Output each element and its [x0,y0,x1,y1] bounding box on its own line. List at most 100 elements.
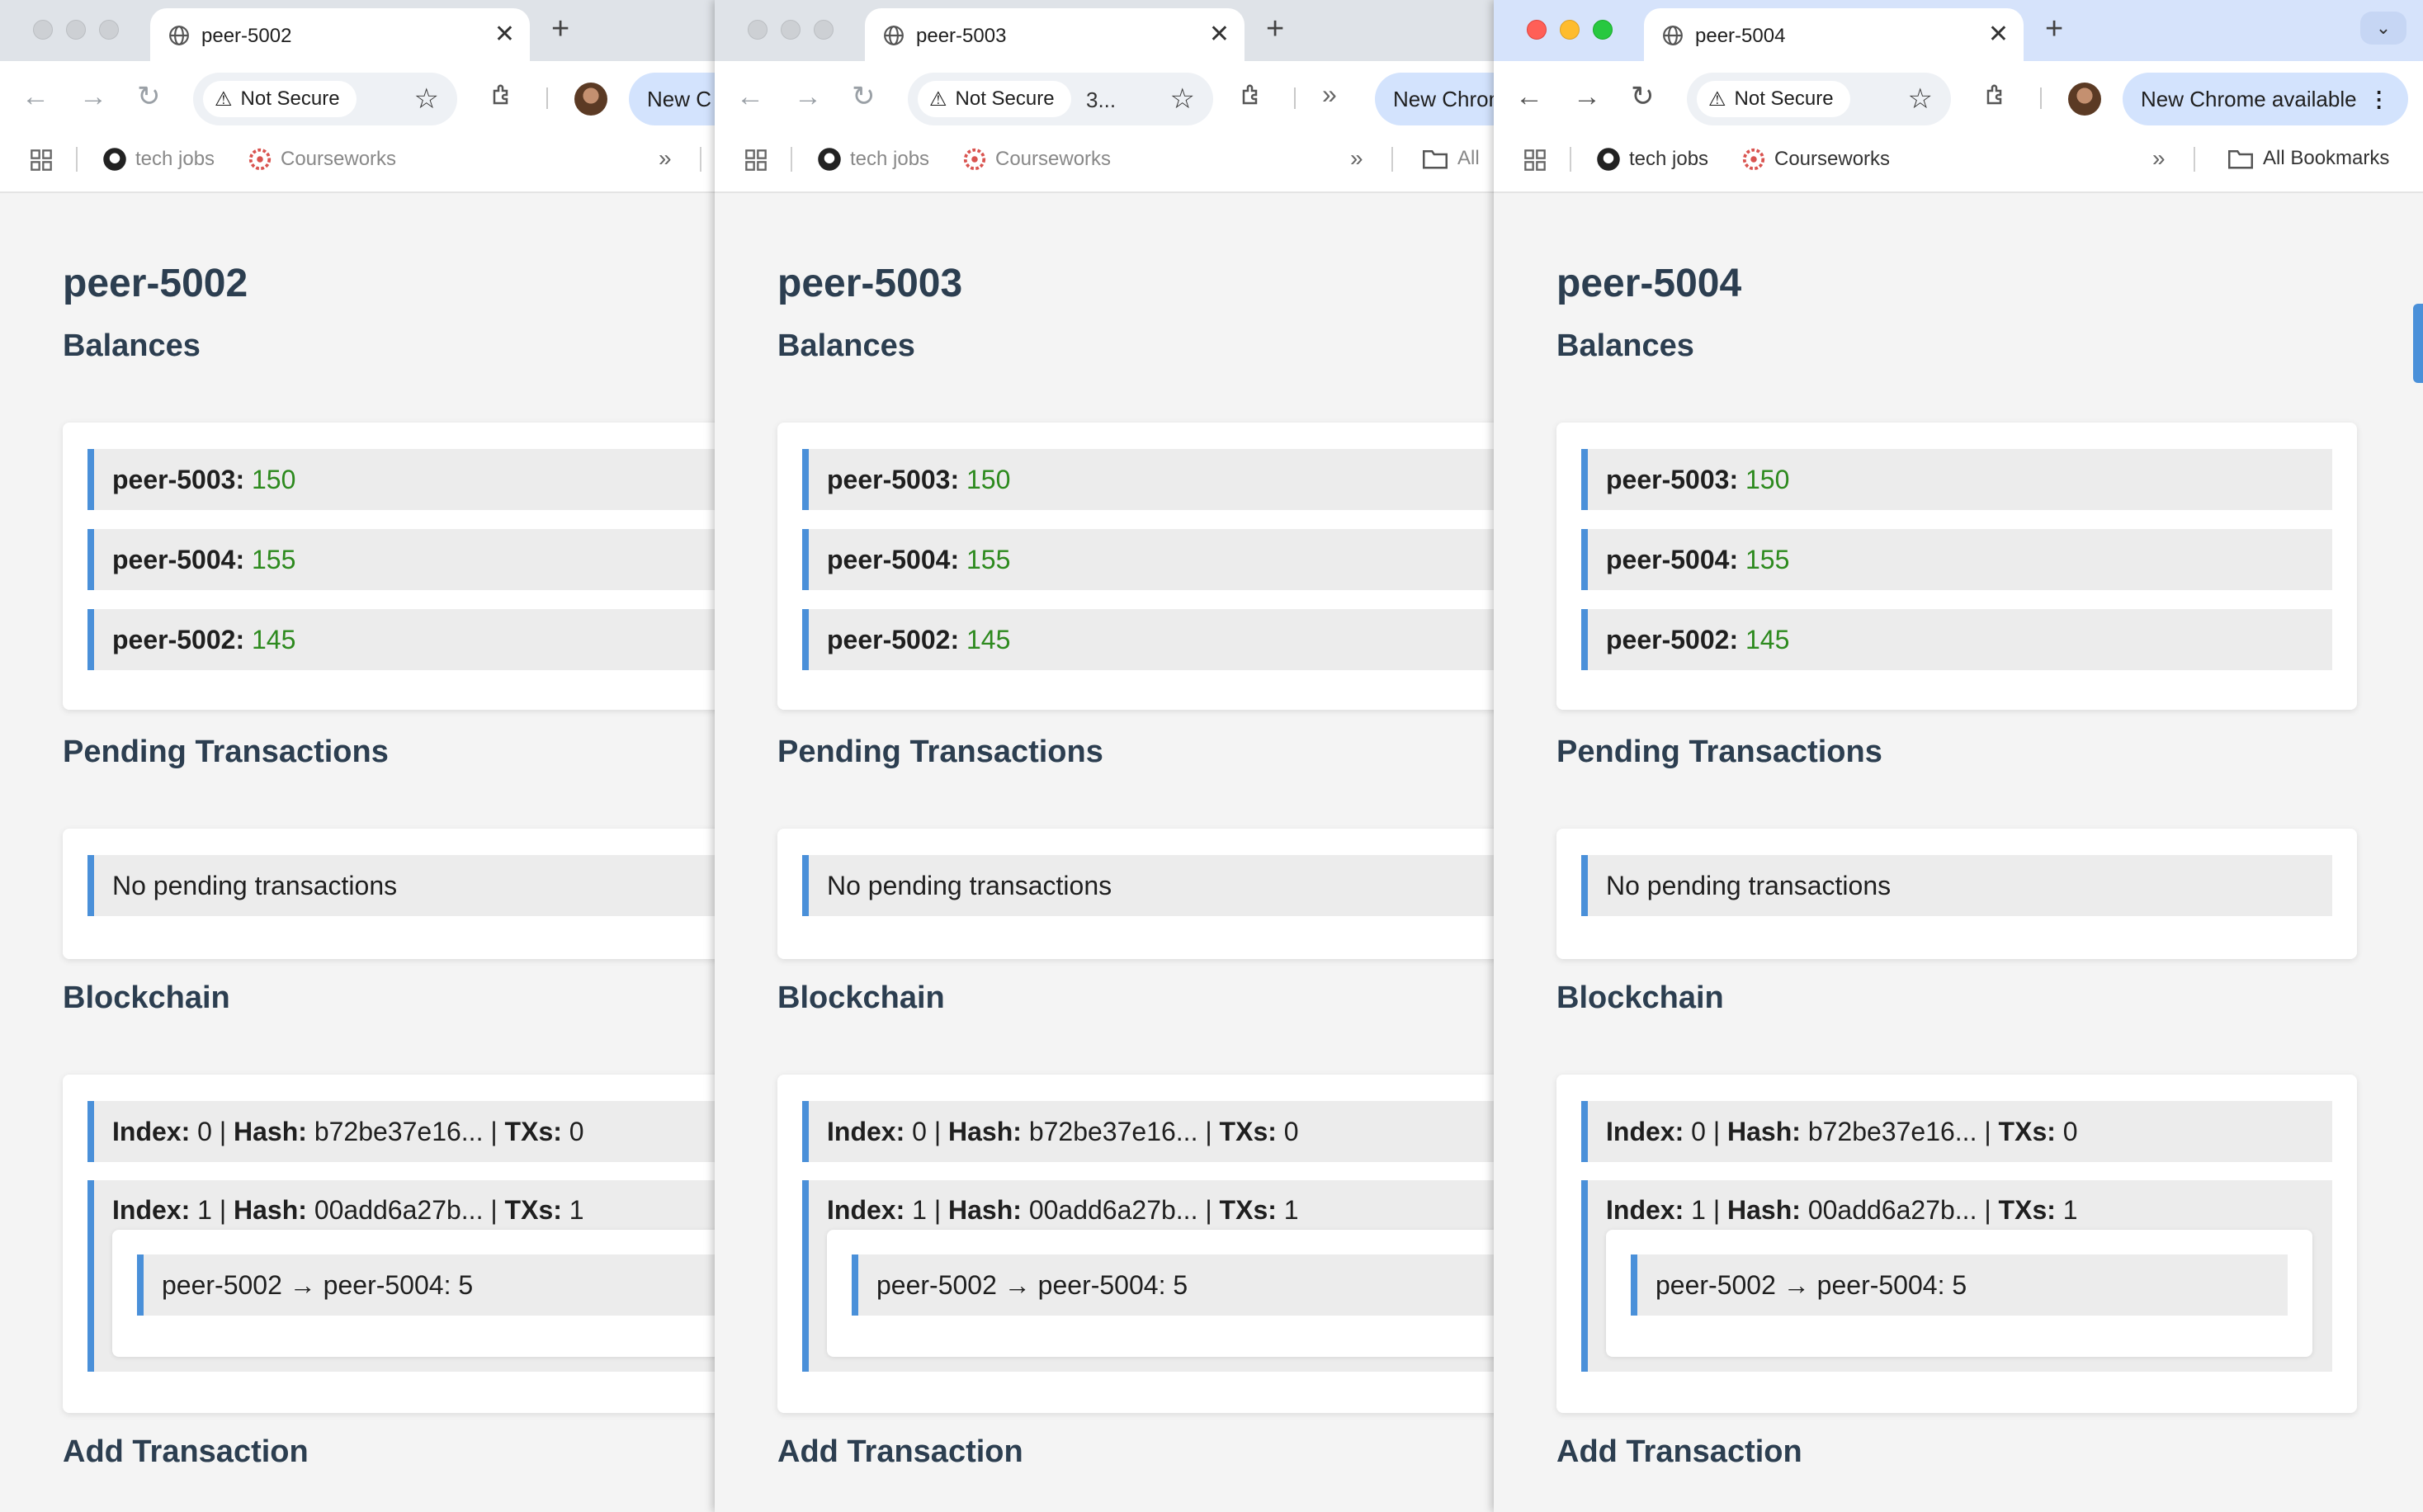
not-secure-chip[interactable]: ⚠ Not Secure [1697,81,1850,117]
blockchain-card: Index: 0 | Hash: b72be37e16... | TXs: 0 … [1556,1075,2357,1413]
update-label: New Chrome av [1393,87,1495,111]
bookmark-tech-jobs[interactable]: tech jobs [817,147,929,172]
more-bookmarks-chevron-icon[interactable]: » [659,145,672,172]
close-window-button[interactable] [33,20,53,40]
github-icon [818,148,841,171]
browser-tab[interactable]: peer-5004 ✕ [1644,8,2024,61]
minimize-window-button[interactable] [1560,20,1580,40]
block-index: 1 [197,1195,212,1225]
new-tab-button[interactable]: + [551,12,569,47]
bookmark-tech-jobs[interactable]: tech jobs [102,147,215,172]
reload-icon[interactable]: ↻ [1631,83,1655,111]
apps-grid-icon[interactable] [30,149,53,172]
hash-label: Hash: [234,1117,307,1146]
block-hash: 00add6a27b... [1028,1195,1198,1225]
apps-grid-icon[interactable] [744,149,768,172]
txs-label: TXs: [1219,1117,1277,1146]
close-tab-icon[interactable]: ✕ [1988,20,2009,49]
back-arrow-icon[interactable]: ← [736,83,764,111]
not-secure-label: Not Secure [955,87,1055,110]
add-transaction-heading: Add Transaction [1556,1434,1802,1469]
update-label: New Chrome available [2141,87,2357,111]
new-tab-button[interactable]: + [2045,12,2063,47]
forward-arrow-icon[interactable]: → [794,83,822,111]
bookmark-star-icon[interactable]: ☆ [414,83,439,116]
bookmark-label: Courseworks [995,148,1112,170]
reload-icon[interactable]: ↻ [852,83,876,111]
block-index: 0 [197,1117,212,1146]
extensions-puzzle-icon[interactable] [1984,83,2009,107]
minimize-window-button[interactable] [66,20,86,40]
close-window-button[interactable] [1527,20,1547,40]
reload-icon[interactable]: ↻ [137,83,161,111]
pending-card: No pending transactions [777,829,1495,959]
forward-arrow-icon[interactable]: → [79,83,107,111]
bookmark-tech-jobs[interactable]: tech jobs [1596,147,1708,172]
page-content: peer-5002 Balances peer-5003: 150 peer-5… [0,193,715,1512]
bookmark-star-icon[interactable]: ☆ [1170,83,1195,116]
close-tab-icon[interactable]: ✕ [494,20,515,49]
balances-heading: Balances [63,328,201,363]
back-arrow-icon[interactable]: ← [1515,83,1543,111]
separator: | [1205,1195,1212,1225]
address-bar[interactable]: ⚠ Not Secure 3... ☆ [908,73,1213,125]
toolbar: ← → ↻ ⚠ Not Secure ☆ » New Chrome availa… [1494,61,2423,135]
not-secure-chip[interactable]: ⚠ Not Secure [203,81,357,117]
new-tab-button[interactable]: + [1266,12,1284,47]
close-tab-icon[interactable]: ✕ [1209,20,1230,49]
pending-heading: Pending Transactions [1556,735,1882,769]
zoom-window-button[interactable] [1593,20,1613,40]
block-txs: 1 [1283,1195,1299,1225]
hash-label: Hash: [234,1195,307,1225]
bookmark-label: tech jobs [1629,148,1709,170]
scrollbar-thumb[interactable] [2413,304,2423,383]
extensions-puzzle-icon[interactable] [1240,83,1264,107]
transaction-row: peer-5002 → peer-5004: 5 [852,1254,1495,1316]
not-secure-chip[interactable]: ⚠ Not Secure [918,81,1071,117]
new-chrome-available-button[interactable]: New C⋮ [629,73,715,125]
apps-grid-icon[interactable] [1523,149,1547,172]
bookmark-star-icon[interactable]: ☆ [1908,83,1933,116]
zoom-window-button[interactable] [99,20,119,40]
balance-row: peer-5004: 155 [87,529,715,590]
pending-row: No pending transactions [802,855,1495,916]
new-chrome-available-button[interactable]: New Chrome available ⋮ [2123,73,2408,125]
bookmark-courseworks[interactable]: Courseworks [1741,147,1890,172]
menu-dots-icon[interactable]: ⋮ [2369,87,2390,111]
browser-tab[interactable]: peer-5003 ✕ [865,8,1245,61]
more-bookmarks-chevron-icon[interactable]: » [2152,145,2166,172]
extensions-puzzle-icon[interactable] [490,83,515,107]
back-arrow-icon[interactable]: ← [21,83,50,111]
all-bookmarks-button[interactable]: All Bookmarks [2228,147,2389,170]
forward-arrow-icon[interactable]: → [1573,83,1601,111]
block-row: Index: 0 | Hash: b72be37e16... | TXs: 0 [87,1101,715,1162]
warning-icon: ⚠ [929,87,947,111]
separator: | [1984,1195,1991,1225]
all-bookmarks-button[interactable]: All [1423,147,1480,170]
zoom-window-button[interactable] [814,20,834,40]
index-label: Index: [1606,1195,1684,1225]
bookmark-courseworks[interactable]: Courseworks [248,147,396,172]
bookmark-courseworks[interactable]: Courseworks [962,147,1111,172]
close-window-button[interactable] [748,20,768,40]
minimize-window-button[interactable] [781,20,801,40]
balances-card: peer-5003: 150 peer-5004: 155 peer-5002:… [1556,423,2357,710]
folder-icon [2228,150,2253,169]
address-bar[interactable]: ⚠ Not Secure ☆ [193,73,457,125]
block-hash: 00add6a27b... [1807,1195,1977,1225]
bookmarks-divider [791,147,792,172]
profile-avatar[interactable] [2068,83,2101,116]
separator: | [490,1117,498,1146]
profile-avatar[interactable] [574,83,607,116]
more-bookmarks-chevron-icon[interactable]: » [1350,145,1363,172]
address-bar[interactable]: ⚠ Not Secure ☆ [1687,73,1951,125]
more-chevrons-icon[interactable]: » [1322,79,1337,110]
browser-tab[interactable]: peer-5002 ✕ [150,8,530,61]
courseworks-icon [1742,148,1765,171]
tab-search-chevron-icon[interactable]: ⌄ [2360,12,2406,45]
balance-row: peer-5002: 145 [87,609,715,670]
new-chrome-available-button[interactable]: New Chrome av⋮ [1375,73,1495,125]
tab-title: peer-5002 [201,25,292,47]
separator: | [1984,1117,1991,1146]
window-controls [33,20,119,40]
